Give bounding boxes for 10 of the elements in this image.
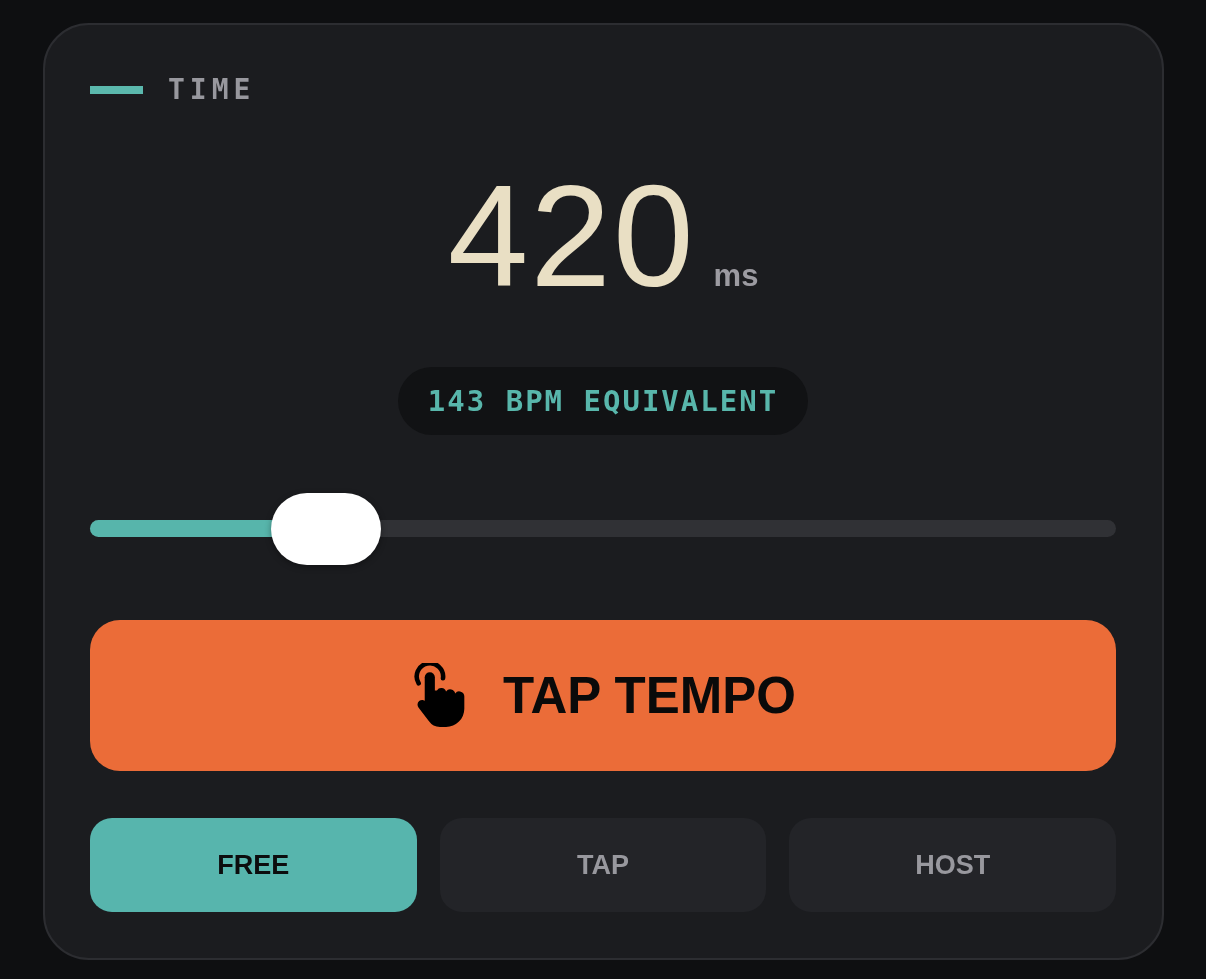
time-value: 420: [447, 164, 696, 309]
bpm-equivalent-badge: 143 BPM EQUIVALENT: [397, 367, 809, 435]
accent-bar: [90, 86, 143, 94]
mode-tab[interactable]: HOST: [789, 818, 1116, 912]
tap-tempo-button[interactable]: TAP TEMPO: [90, 620, 1116, 771]
mode-tab[interactable]: FREE: [90, 818, 417, 912]
slider-track[interactable]: [90, 493, 1116, 565]
mode-tab[interactable]: TAP: [439, 818, 767, 912]
time-unit: ms: [713, 260, 759, 291]
section-title: TIME: [168, 72, 256, 108]
